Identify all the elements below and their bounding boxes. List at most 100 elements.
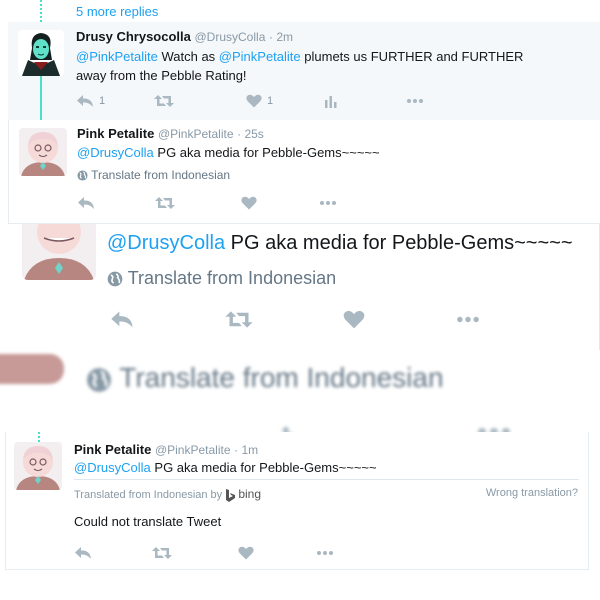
author-name[interactable]: Pink Petalite bbox=[77, 126, 154, 141]
zoomed-tweet-panel: @DrusyColla PG aka media for Pebble-Gems… bbox=[0, 224, 600, 350]
reply-button[interactable] bbox=[77, 196, 95, 210]
tweet-text-part: plumets us FURTHER and FURTHER bbox=[300, 49, 524, 64]
blurred-zoom-panel: Translate from Indonesian bbox=[0, 350, 600, 432]
divider bbox=[74, 479, 579, 480]
avatar-fragment bbox=[0, 354, 64, 384]
tweet-text-part: PG aka media for Pebble-Gems~~~~~ bbox=[225, 232, 573, 254]
more-icon bbox=[457, 316, 479, 323]
author-name[interactable]: Drusy Chrysocolla bbox=[76, 29, 191, 44]
more-button[interactable] bbox=[455, 310, 481, 329]
retweet-button[interactable] bbox=[155, 196, 175, 210]
tweet-actions bbox=[77, 196, 357, 214]
tweet-text-part: away from the Pebble Rating! bbox=[76, 68, 247, 83]
bing-label: bing bbox=[238, 487, 261, 501]
wrong-translation-link[interactable]: Wrong translation? bbox=[486, 487, 578, 499]
translation-attribution: Translated from Indonesian by bing bbox=[74, 487, 261, 502]
author-handle[interactable]: @DrusyColla bbox=[195, 30, 266, 44]
tweet-header: Pink Petalite @PinkPetalite · 25s bbox=[77, 126, 264, 141]
thread-connector bbox=[40, 0, 42, 22]
tweet-drusy[interactable]: Drusy Chrysocolla @DrusyColla · 2m @Pink… bbox=[8, 22, 600, 120]
avatar-drusy[interactable] bbox=[18, 30, 64, 76]
more-icon bbox=[320, 201, 336, 205]
like-button[interactable]: 1 bbox=[246, 94, 273, 108]
more-button[interactable] bbox=[319, 196, 337, 210]
tweet-text: @DrusyColla PG aka media for Pebble-Gems… bbox=[74, 460, 377, 475]
author-handle[interactable]: @PinkPetalite bbox=[155, 443, 231, 457]
translation-result: Could not translate Tweet bbox=[74, 514, 222, 529]
like-button[interactable] bbox=[241, 196, 257, 210]
translated-tweet-panel: Pink Petalite @PinkPetalite · 1m @DrusyC… bbox=[0, 432, 600, 600]
retweet-icon bbox=[225, 311, 253, 328]
reply-icon bbox=[111, 311, 133, 328]
translate-link[interactable]: Translate from Indonesian bbox=[86, 362, 444, 394]
heart-icon bbox=[238, 546, 254, 560]
more-icon bbox=[407, 99, 423, 103]
tweet-actions bbox=[74, 546, 354, 564]
more-icon bbox=[317, 551, 333, 555]
globe-icon bbox=[107, 271, 123, 287]
tweet-text: @PinkPetalite Watch as @PinkPetalite plu… bbox=[76, 47, 576, 85]
retweet-icon bbox=[281, 426, 290, 432]
avatar-pink-petalite[interactable] bbox=[22, 224, 96, 280]
retweet-icon bbox=[152, 547, 172, 559]
reply-button[interactable] bbox=[74, 546, 92, 560]
reply-icon bbox=[75, 547, 91, 559]
tweet-text-part: PG aka media for Pebble-Gems~~~~~ bbox=[153, 145, 380, 160]
translate-label: Translate from Indonesian bbox=[119, 362, 444, 393]
avatar-pink-petalite[interactable] bbox=[19, 128, 67, 176]
retweet-icon bbox=[154, 95, 174, 107]
retweet-icon bbox=[155, 197, 175, 209]
timestamp[interactable]: · 1m bbox=[234, 443, 258, 457]
conversation-panel: 5 more replies Drusy Chrysocolla @DrusyC… bbox=[0, 0, 600, 224]
timestamp[interactable]: · 2m bbox=[269, 30, 293, 44]
retweet-button[interactable] bbox=[154, 94, 174, 108]
reply-count: 1 bbox=[99, 95, 106, 107]
mention-link[interactable]: @DrusyColla bbox=[107, 232, 225, 254]
retweet-button[interactable] bbox=[152, 546, 172, 560]
mention-link[interactable]: @DrusyColla bbox=[74, 460, 151, 475]
blurred-content: Translate from Indonesian bbox=[0, 350, 600, 432]
translate-link[interactable]: Translate from Indonesian bbox=[107, 268, 336, 289]
reply-icon bbox=[77, 95, 93, 107]
translate-link[interactable]: Translate from Indonesian bbox=[77, 168, 230, 182]
avatar-pink-petalite[interactable] bbox=[14, 442, 62, 490]
tweet-text-part: Watch as bbox=[157, 49, 219, 64]
mention-link[interactable]: @DrusyColla bbox=[77, 145, 154, 160]
author-name[interactable]: Pink Petalite bbox=[74, 442, 151, 457]
thread-header: 5 more replies bbox=[0, 0, 600, 22]
reply-icon bbox=[78, 197, 94, 209]
heart-icon bbox=[241, 196, 257, 210]
like-button[interactable] bbox=[343, 310, 365, 329]
bing-logo bbox=[226, 488, 236, 502]
heart-icon bbox=[343, 310, 365, 329]
heart-icon bbox=[246, 94, 262, 108]
author-handle[interactable]: @PinkPetalite bbox=[158, 127, 234, 141]
like-count: 1 bbox=[267, 95, 274, 107]
tweet-pink-petalite-translated[interactable]: Pink Petalite @PinkPetalite · 1m @DrusyC… bbox=[5, 432, 589, 570]
tweet-text: @DrusyColla PG aka media for Pebble-Gems… bbox=[77, 145, 380, 160]
tweet-pink-petalite[interactable]: Pink Petalite @PinkPetalite · 25s @Drusy… bbox=[8, 120, 600, 224]
analytics-icon bbox=[325, 96, 337, 108]
mention-link[interactable]: @PinkPetalite bbox=[219, 49, 301, 64]
more-button[interactable] bbox=[316, 546, 334, 560]
more-button[interactable] bbox=[406, 94, 424, 108]
thread-connector bbox=[38, 432, 40, 442]
tweet-text: @DrusyColla PG aka media for Pebble-Gems… bbox=[107, 232, 573, 255]
like-button[interactable] bbox=[238, 546, 254, 560]
retweet-button[interactable] bbox=[225, 310, 253, 329]
tweet-text-part: PG aka media for Pebble-Gems~~~~~ bbox=[150, 460, 377, 475]
timestamp[interactable]: · 25s bbox=[237, 127, 264, 141]
reply-button[interactable]: 1 bbox=[76, 94, 105, 108]
translated-from-label: Translated from Indonesian by bbox=[74, 489, 223, 501]
tweet-header: Drusy Chrysocolla @DrusyColla · 2m bbox=[76, 29, 293, 44]
mention-link[interactable]: @PinkPetalite bbox=[76, 49, 158, 64]
more-replies-link[interactable]: 5 more replies bbox=[76, 4, 158, 19]
globe-icon bbox=[77, 170, 88, 181]
reply-button[interactable] bbox=[110, 310, 134, 329]
tweet-actions bbox=[110, 310, 490, 332]
more-icon bbox=[478, 428, 510, 432]
analytics-button[interactable] bbox=[324, 94, 338, 108]
globe-icon bbox=[87, 367, 111, 392]
tweet-header: Pink Petalite @PinkPetalite · 1m bbox=[74, 442, 258, 457]
translate-label: Translate from Indonesian bbox=[91, 168, 231, 182]
